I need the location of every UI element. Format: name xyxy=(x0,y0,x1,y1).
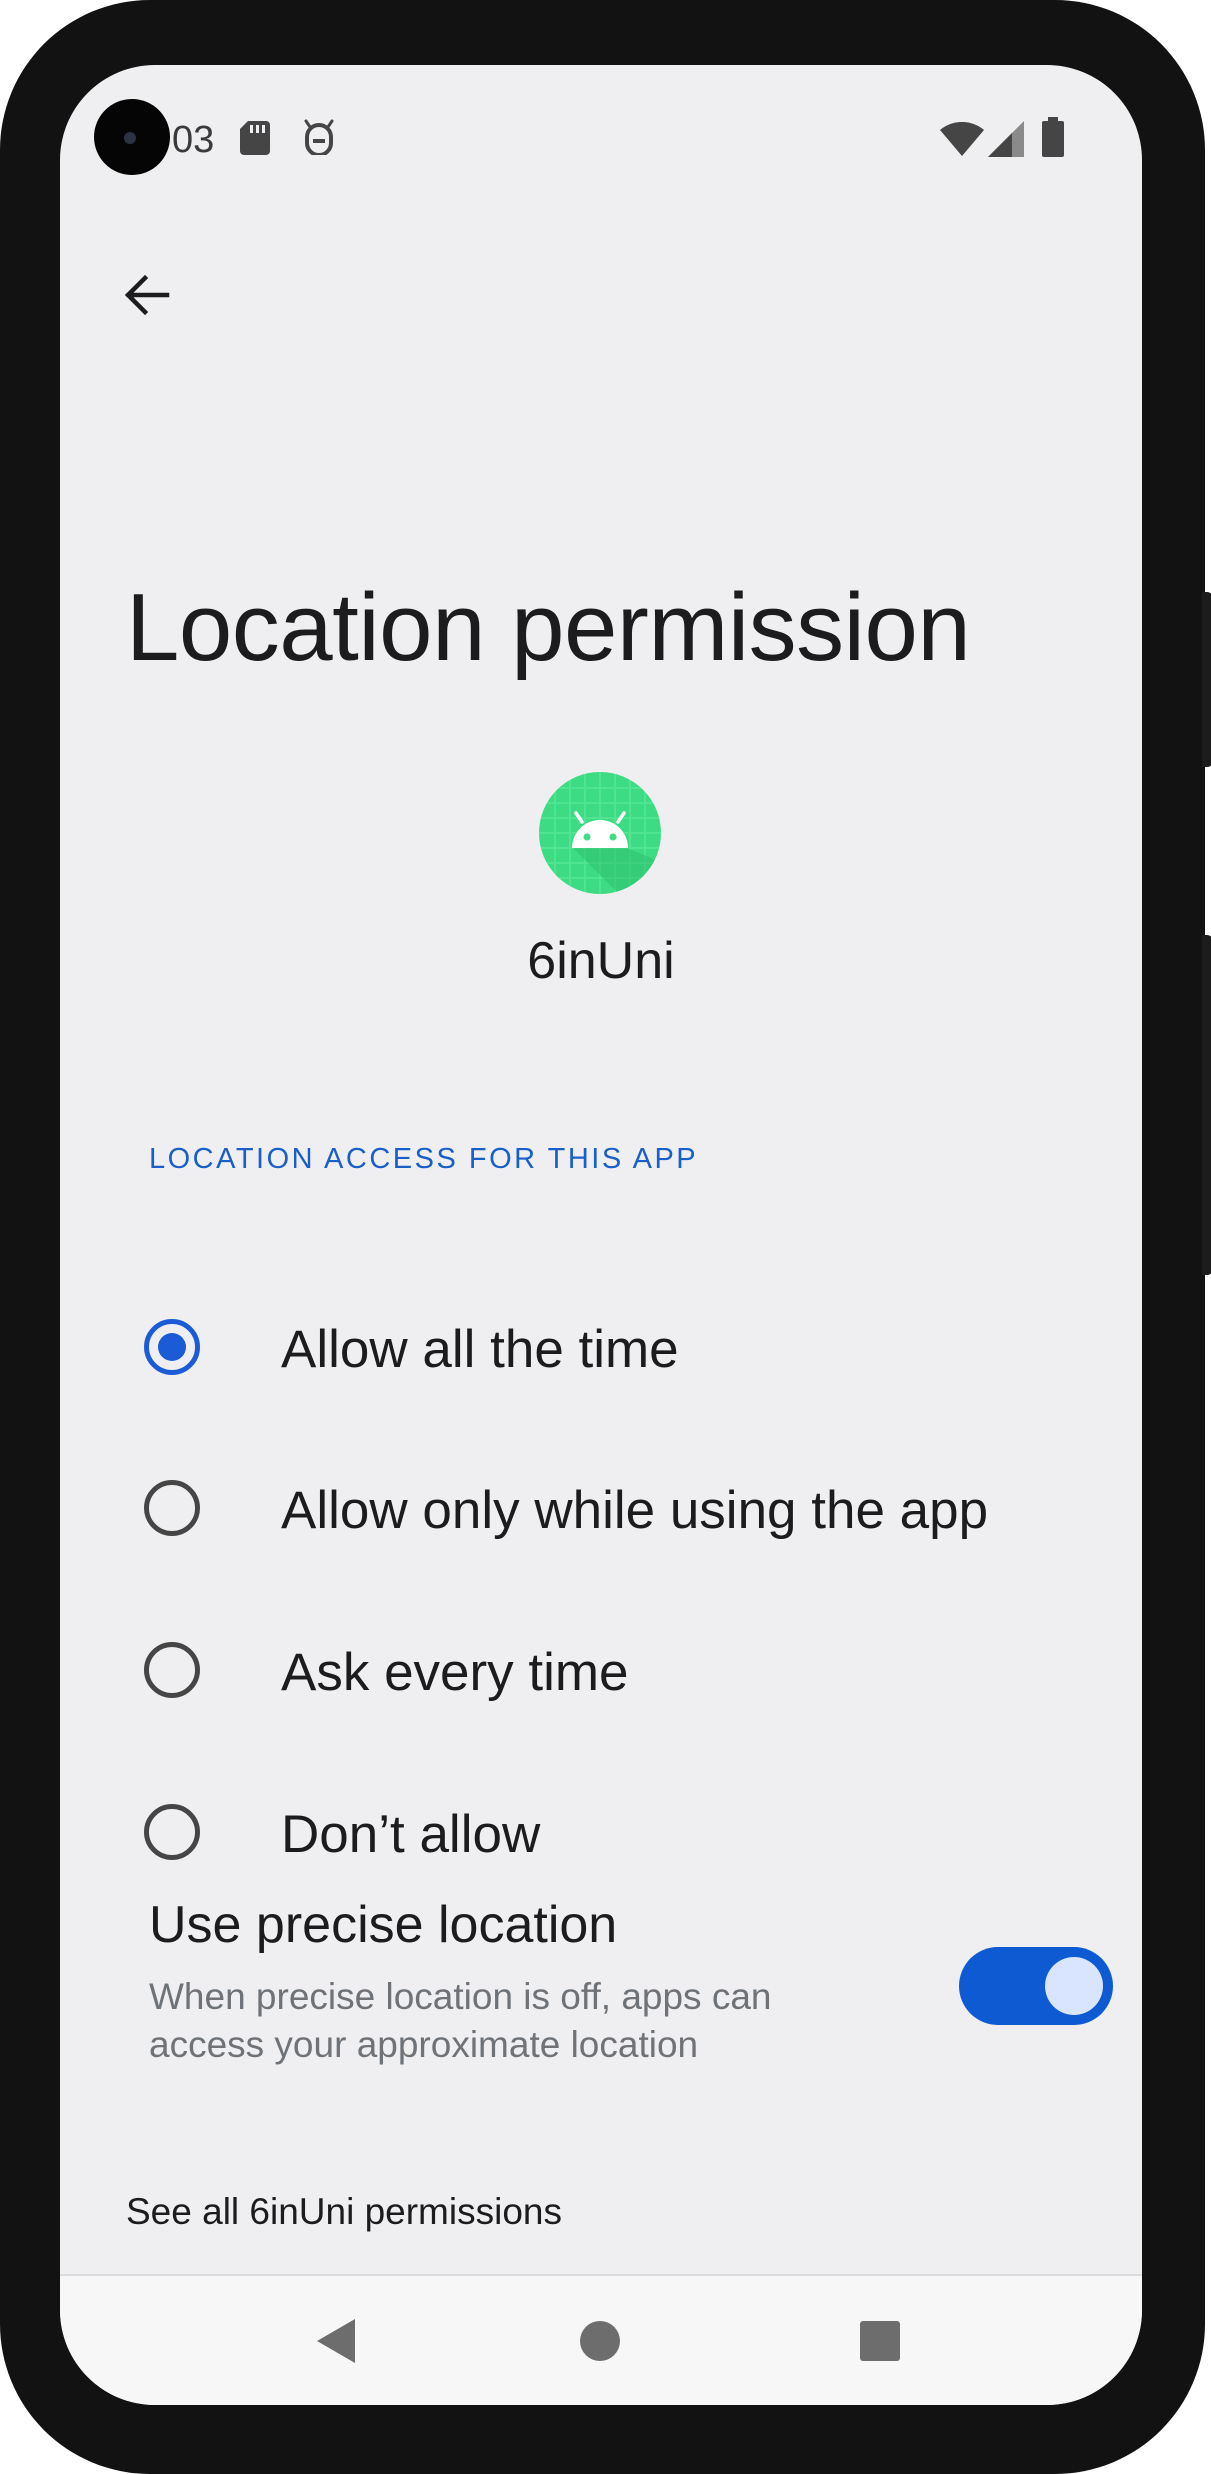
arrow-back-icon xyxy=(124,274,170,316)
app-name: 6inUni xyxy=(527,932,675,990)
option-label: Allow all the time xyxy=(281,1320,679,1379)
toggle-thumb xyxy=(1045,1957,1103,2015)
page-title: Location permission xyxy=(126,574,971,681)
nav-recents-icon xyxy=(860,2321,900,2361)
status-bar: 03 xyxy=(60,65,1142,175)
battery-icon xyxy=(1042,117,1064,157)
precise-location-title: Use precise location xyxy=(149,1896,618,1954)
nav-back-button[interactable] xyxy=(292,2296,382,2386)
option-label: Allow only while using the app xyxy=(281,1481,989,1540)
section-header: LOCATION ACCESS FOR THIS APP xyxy=(149,1143,699,1175)
nav-recents-button[interactable] xyxy=(835,2296,925,2386)
radio-button[interactable] xyxy=(144,1480,200,1536)
option-label: Ask every time xyxy=(281,1643,629,1702)
option-dont-allow[interactable]: Don’t allow xyxy=(120,1757,1110,1907)
precise-location-summary: When precise location is off, apps can a… xyxy=(149,1976,772,2065)
back-button[interactable] xyxy=(96,245,196,345)
nav-home-icon xyxy=(580,2321,620,2361)
sd-card-icon xyxy=(240,121,270,155)
radio-button-selected[interactable] xyxy=(144,1319,200,1375)
option-ask-every-time[interactable]: Ask every time xyxy=(120,1595,1110,1745)
front-camera xyxy=(94,99,170,175)
nav-home-button[interactable] xyxy=(555,2296,645,2386)
option-allow-all-the-time[interactable]: Allow all the time xyxy=(120,1272,1110,1422)
radio-button[interactable] xyxy=(144,1642,200,1698)
status-time: 03 xyxy=(172,119,215,161)
option-label: Don’t allow xyxy=(281,1805,541,1864)
android-debug-icon xyxy=(304,119,334,155)
see-all-permissions-link[interactable]: See all 6inUni permissions xyxy=(126,2191,562,2233)
volume-button xyxy=(1202,935,1211,1275)
precise-location-toggle[interactable] xyxy=(959,1947,1113,2025)
screen: 03 Location permission 6inUni LOCATION A… xyxy=(60,65,1142,2405)
option-allow-while-using[interactable]: Allow only while using the app xyxy=(120,1433,1110,1583)
cell-signal-icon xyxy=(988,121,1024,157)
radio-button[interactable] xyxy=(144,1804,200,1860)
nav-back-icon xyxy=(317,2319,355,2363)
precise-location-row[interactable]: Use precise location When precise locati… xyxy=(149,1895,1129,2065)
wifi-icon xyxy=(940,122,984,156)
power-button xyxy=(1202,592,1211,767)
navigation-bar xyxy=(60,2274,1142,2405)
android-app-icon xyxy=(539,772,661,894)
